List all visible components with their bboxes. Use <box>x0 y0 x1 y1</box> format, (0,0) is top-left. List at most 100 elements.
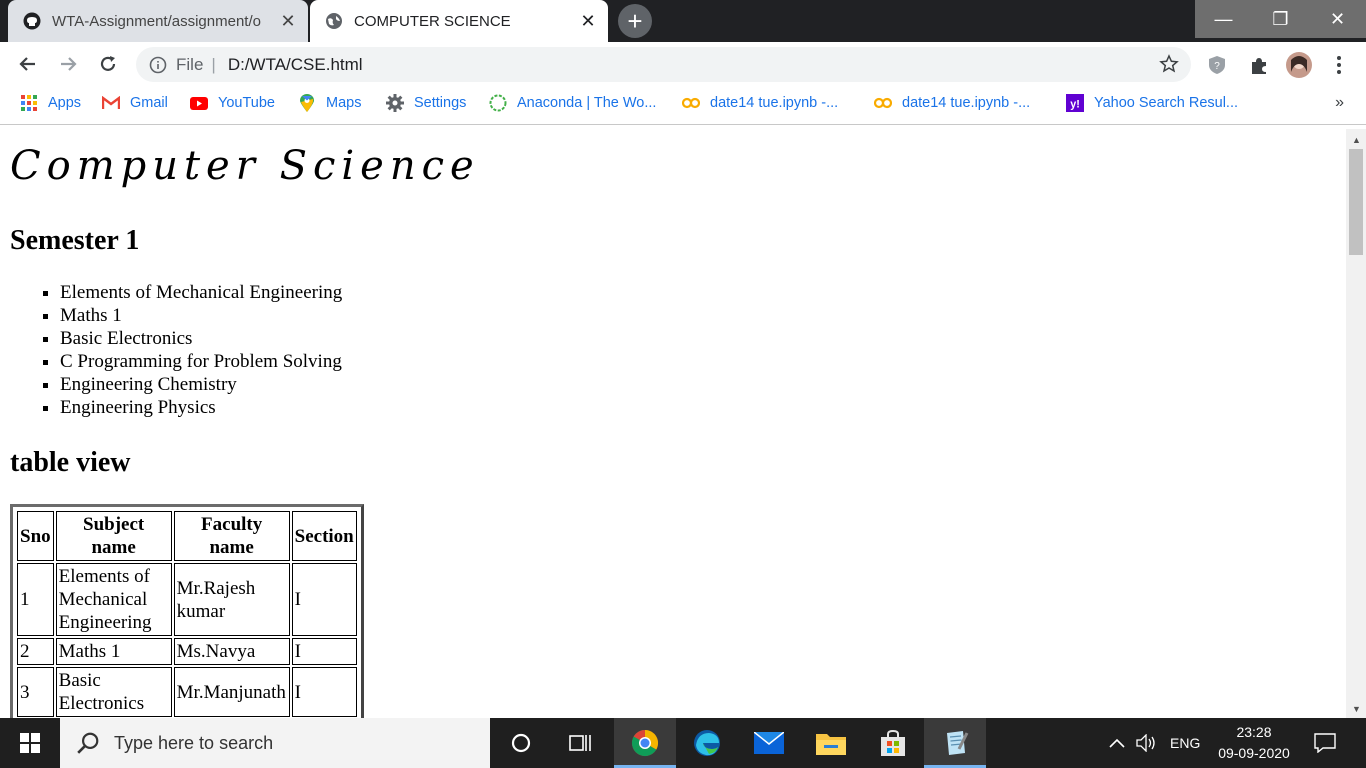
scrollbar-thumb[interactable] <box>1349 149 1363 255</box>
forward-arrow-icon[interactable] <box>54 50 82 78</box>
browser-toolbar: File | D:/WTA/CSE.html <box>0 42 1366 86</box>
cell-section: I <box>291 667 357 717</box>
svg-text:?: ? <box>1214 61 1220 72</box>
cell-sno: 2 <box>17 638 54 665</box>
tab-close-icon[interactable]: ✕ <box>278 11 298 31</box>
folder-icon <box>816 734 846 755</box>
bookmark-label: Maps <box>326 95 362 111</box>
bookmark-colab-2[interactable]: date14 tue.ipynb -... <box>874 94 1030 112</box>
vertical-scrollbar[interactable]: ▲ ▼ <box>1346 129 1366 718</box>
bookmarks-overflow-button[interactable]: » <box>1335 94 1344 112</box>
cortana-circle-icon <box>511 733 531 753</box>
bookmark-colab-1[interactable]: date14 tue.ipynb -... <box>682 94 838 112</box>
bookmark-gmail[interactable]: Gmail <box>102 94 168 112</box>
gmail-icon <box>102 94 120 112</box>
minimize-button[interactable]: — <box>1195 0 1252 38</box>
bookmark-anaconda[interactable]: Anaconda | The Wo... <box>489 94 656 112</box>
info-icon[interactable] <box>148 55 168 75</box>
bookmark-label: YouTube <box>218 95 275 111</box>
header-sno: Sno <box>17 511 54 561</box>
language-indicator[interactable]: ENG <box>1170 718 1200 768</box>
browser-titlebar: WTA-Assignment/assignment/o ✕ COMPUTER S… <box>0 0 1366 42</box>
action-center-button[interactable] <box>1314 718 1336 768</box>
header-section: Section <box>291 511 357 561</box>
edge-icon <box>694 730 720 756</box>
show-hidden-icons-button[interactable] <box>1108 718 1126 768</box>
address-scheme: File <box>176 54 204 74</box>
svg-text:y!: y! <box>1070 99 1080 111</box>
search-placeholder: Type here to search <box>114 732 274 753</box>
cortana-button[interactable] <box>490 718 552 768</box>
taskbar-file-explorer[interactable] <box>800 718 862 768</box>
chevron-up-icon <box>1109 738 1125 748</box>
windows-logo-icon <box>20 733 40 753</box>
tab-close-icon[interactable]: ✕ <box>578 11 598 31</box>
clock-time: 23:28 <box>1236 724 1272 740</box>
windows-start-button[interactable] <box>0 718 60 768</box>
bookmarks-bar: Apps Gmail YouTube Maps Settings Anacond… <box>0 86 1366 125</box>
cell-subject: Maths 1 <box>55 638 172 665</box>
taskbar-mail[interactable] <box>738 718 800 768</box>
bookmark-label: date14 tue.ipynb -... <box>710 95 839 111</box>
cell-sno: 1 <box>17 563 54 636</box>
cell-section: I <box>291 563 357 636</box>
anaconda-icon <box>489 94 507 112</box>
volume-button[interactable] <box>1136 718 1158 768</box>
menu-kebab-icon[interactable] <box>1326 52 1352 78</box>
taskbar-notepad-app[interactable] <box>924 718 986 768</box>
new-tab-button[interactable]: + <box>618 4 652 38</box>
bookmark-yahoo[interactable]: y! Yahoo Search Resul... <box>1066 94 1238 112</box>
chrome-icon <box>631 729 659 757</box>
address-bar[interactable]: File | D:/WTA/CSE.html <box>136 47 1191 82</box>
restore-button[interactable]: ❐ <box>1252 0 1309 38</box>
header-faculty-name: Faculty name <box>173 511 290 561</box>
cell-faculty: Mr.Rajesh kumar <box>173 563 290 636</box>
tab-label: COMPUTER SCIENCE <box>354 12 511 30</box>
subjects-table-border: Sno Subject name Faculty name Section 1 … <box>10 504 364 718</box>
bookmark-maps[interactable]: Maps <box>298 94 361 112</box>
search-icon <box>77 732 99 754</box>
semester-heading: Semester 1 <box>10 225 140 256</box>
extensions-puzzle-icon[interactable] <box>1246 52 1272 78</box>
profile-avatar[interactable] <box>1286 52 1312 78</box>
page-title: Computer Science <box>10 143 480 189</box>
taskbar-clock[interactable]: 23:28 09-09-2020 <box>1208 722 1300 764</box>
taskbar-search-box[interactable]: Type here to search <box>60 718 490 768</box>
scroll-up-arrow-icon[interactable]: ▲ <box>1352 135 1361 145</box>
list-item: C Programming for Problem Solving <box>60 350 342 373</box>
scroll-down-arrow-icon[interactable]: ▼ <box>1352 704 1361 714</box>
task-view-button[interactable] <box>550 718 612 768</box>
table-header-row: Sno Subject name Faculty name Section <box>17 511 357 561</box>
bookmark-label: Yahoo Search Resul... <box>1094 95 1239 111</box>
taskbar-chrome[interactable] <box>614 718 676 768</box>
table-row: 1 Elements of Mechanical Engineering Mr.… <box>17 563 357 636</box>
back-arrow-icon[interactable] <box>14 50 42 78</box>
taskbar-store[interactable] <box>862 718 924 768</box>
bookmark-star-icon[interactable] <box>1159 54 1179 74</box>
cell-sno: 3 <box>17 667 54 717</box>
taskbar-edge[interactable] <box>676 718 738 768</box>
bookmark-apps[interactable]: Apps <box>20 94 81 112</box>
mail-envelope-icon <box>754 732 784 754</box>
clock-date: 09-09-2020 <box>1218 745 1290 761</box>
cell-faculty: Ms.Navya <box>173 638 290 665</box>
table-heading: table view <box>10 447 131 478</box>
youtube-icon <box>190 94 208 112</box>
cell-subject: Basic Electronics <box>55 667 172 717</box>
cell-faculty: Mr.Manjunath <box>173 667 290 717</box>
close-window-button[interactable]: ✕ <box>1309 0 1366 38</box>
notepad-icon <box>947 731 969 755</box>
reload-icon[interactable] <box>94 50 122 78</box>
subject-list: Elements of Mechanical Engineering Maths… <box>60 281 342 419</box>
tab-computer-science[interactable]: COMPUTER SCIENCE ✕ <box>310 0 608 42</box>
window-controls: — ❐ ✕ <box>1195 0 1366 42</box>
list-item: Elements of Mechanical Engineering <box>60 281 342 304</box>
github-icon <box>22 11 42 31</box>
address-url: D:/WTA/CSE.html <box>227 54 363 74</box>
speaker-icon <box>1136 734 1155 752</box>
list-item: Engineering Chemistry <box>60 373 342 396</box>
tab-github[interactable]: WTA-Assignment/assignment/o ✕ <box>8 0 308 42</box>
bookmark-youtube[interactable]: YouTube <box>190 94 275 112</box>
shield-extension-icon[interactable]: ? <box>1204 52 1230 78</box>
bookmark-settings[interactable]: Settings <box>386 94 466 112</box>
